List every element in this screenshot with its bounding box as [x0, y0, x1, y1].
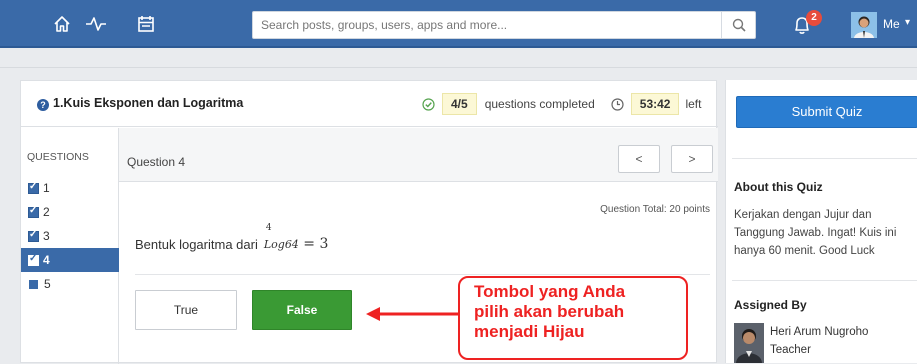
checkbox-icon: [28, 253, 39, 266]
divider: [135, 274, 710, 275]
math-superscript: 4: [265, 223, 272, 233]
teacher-role: Teacher: [770, 344, 811, 356]
question-nav-item-1[interactable]: 1: [21, 176, 119, 200]
activity-icon[interactable]: [82, 10, 110, 38]
question-prompt: Bentuk logaritma dari: [135, 237, 258, 252]
search-button[interactable]: [721, 12, 755, 38]
math-equals: = 3: [298, 236, 329, 252]
annotation-line: Tombol yang Anda: [474, 282, 626, 301]
search-icon: [732, 18, 746, 32]
divider: [732, 280, 917, 281]
question-header: Question 4 < >: [119, 128, 718, 182]
answer-false-button[interactable]: False: [252, 290, 352, 330]
question-nav-label: 3: [43, 229, 50, 243]
quiz-status: 4/5 questions completed 53:42 left: [422, 93, 701, 115]
home-icon[interactable]: [48, 10, 76, 38]
square-icon: [29, 279, 38, 289]
annotation-line: pilih akan berubah: [474, 302, 625, 321]
question-nav-label: 4: [43, 253, 50, 267]
teacher-avatar: [734, 323, 764, 363]
question-nav-label: 5: [44, 277, 51, 291]
about-text: Kerjakan dengan Jujur dan Tanggung Jawab…: [734, 209, 897, 257]
question-text: Bentuk logaritma dari 4 Log64 = 3: [135, 223, 329, 252]
annotation-callout: Tombol yang Anda pilih akan berubah menj…: [458, 276, 688, 360]
question-nav-item-3[interactable]: 3: [21, 224, 119, 248]
question-total-points: Question Total: 20 points: [600, 204, 710, 215]
chevron-down-icon[interactable]: ▾: [905, 17, 910, 28]
clock-icon: [611, 97, 624, 111]
search-input[interactable]: [261, 16, 701, 34]
right-sidebar: Submit Quiz About this Quiz Kerjakan den…: [725, 80, 917, 363]
question-label: Question 4: [127, 155, 186, 169]
quiz-title: ? 1.Kuis Eksponen dan Logaritma: [37, 96, 243, 111]
checkbox-icon: [28, 205, 39, 218]
question-nav-item-2[interactable]: 2: [21, 200, 119, 224]
question-nav-item-4[interactable]: 4: [21, 248, 119, 272]
notification-badge: 2: [806, 10, 822, 26]
answer-true-button[interactable]: True: [135, 290, 237, 330]
timer-value: 53:42: [630, 93, 680, 115]
user-avatar[interactable]: [851, 12, 877, 38]
progress-label: questions completed: [484, 97, 595, 111]
quiz-title-text: 1.Kuis Eksponen dan Logaritma: [53, 96, 244, 110]
questions-heading: QUESTIONS: [27, 151, 89, 163]
checkbox-icon: [28, 229, 39, 242]
submit-quiz-button[interactable]: Submit Quiz: [736, 96, 917, 128]
user-menu-label[interactable]: Me: [883, 17, 900, 31]
assigned-by-heading: Assigned By: [734, 298, 807, 312]
previous-question-button[interactable]: <: [618, 145, 660, 173]
sub-header-strip: [0, 50, 917, 68]
timer-label: left: [685, 97, 702, 111]
annotation-arrow-icon: [366, 307, 458, 321]
question-nav-label: 2: [43, 205, 50, 219]
check-circle-icon: [422, 97, 435, 111]
checkbox-icon: [28, 181, 39, 194]
questions-sidebar: QUESTIONS 1 2 3 4 5: [21, 128, 119, 364]
quiz-title-bar: ? 1.Kuis Eksponen dan Logaritma 4/5 quest…: [21, 81, 718, 127]
search-bar: [252, 11, 756, 39]
about-heading: About this Quiz: [734, 180, 823, 194]
progress-value: 4/5: [442, 93, 477, 115]
question-nav-label: 1: [43, 181, 50, 195]
teacher-name[interactable]: Heri Arum Nugroho: [770, 326, 868, 338]
question-mark-icon: ?: [37, 99, 49, 111]
calendar-icon[interactable]: [132, 10, 160, 38]
math-log-term: Log64: [263, 238, 299, 251]
annotation-line: menjadi Hijau: [474, 322, 585, 341]
question-nav-item-5[interactable]: 5: [21, 272, 119, 296]
top-navigation-bar: 2 Me ▾: [0, 0, 917, 48]
divider: [732, 158, 917, 159]
math-expression: 4 Log64 = 3: [263, 223, 329, 252]
next-question-button[interactable]: >: [671, 145, 713, 173]
